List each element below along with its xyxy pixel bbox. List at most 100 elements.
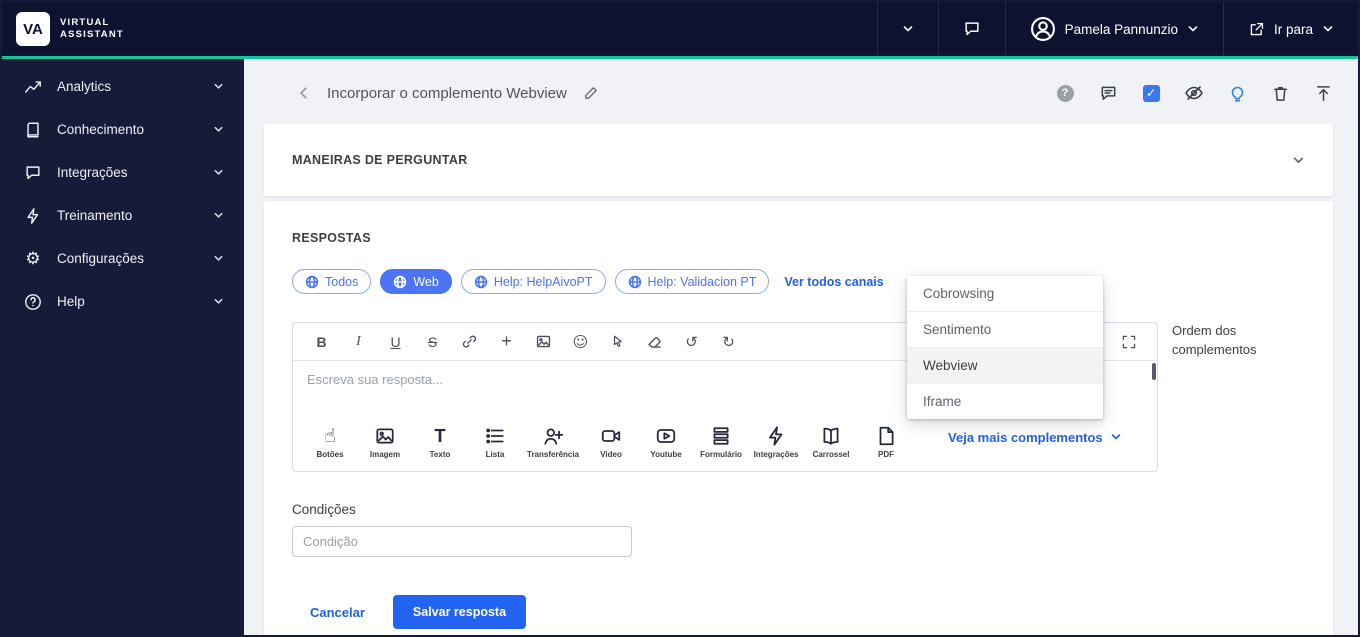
emoji-button[interactable]: ☺ [562, 327, 599, 357]
topbar-goto-menu[interactable]: Ir para [1222, 2, 1358, 56]
complement-youtube[interactable]: Youtube [643, 425, 689, 459]
complement-formulario[interactable]: Formulário [698, 425, 744, 459]
sidebar-item-conhecimento[interactable]: Conhecimento [2, 108, 244, 151]
chevron-down-icon [1111, 434, 1120, 440]
topbar-dropdown-toggle[interactable] [876, 2, 938, 56]
edit-pencil-icon[interactable] [583, 85, 599, 101]
bold-button[interactable]: B [303, 327, 340, 357]
complements-dropdown: Cobrowsing Sentimento Webview Iframe [907, 276, 1103, 419]
sidebar-item-help[interactable]: Help [2, 280, 244, 323]
page-title: Incorporar o complemento Webview [327, 84, 567, 102]
image-icon [376, 428, 394, 444]
complement-transferencia[interactable]: Transferência [527, 425, 579, 459]
underline-button[interactable]: U [377, 327, 414, 357]
complement-label: Carrossel [812, 450, 850, 459]
editor-scrollbar-thumb[interactable] [1152, 363, 1156, 380]
lightning-icon [769, 426, 783, 446]
complement-label: PDF [878, 450, 895, 459]
chip-label: Help: HelpAivoPT [493, 274, 593, 289]
video-camera-icon [601, 430, 621, 442]
topbar: VA VIRTUAL ASSISTANT Pamela Pannunzio Ir… [2, 2, 1358, 56]
feedback-chat-icon [1101, 86, 1115, 100]
help-button[interactable]: ? [1055, 83, 1075, 103]
dropdown-item-cobrowsing[interactable]: Cobrowsing [907, 276, 1103, 312]
sidebar-item-label: Help [57, 294, 85, 309]
user-name: Pamela Pannunzio [1064, 21, 1178, 37]
sidebar-item-treinamento[interactable]: Treinamento [2, 194, 244, 237]
dropdown-item-sentimento[interactable]: Sentimento [907, 312, 1103, 348]
trash-icon [1273, 86, 1287, 101]
insert-image-button[interactable] [525, 327, 562, 357]
dropdown-item-webview[interactable]: Webview [907, 348, 1103, 384]
fullscreen-button[interactable] [1110, 327, 1147, 357]
complement-integracoes[interactable]: Integrações [753, 425, 799, 459]
sidebar-item-label: Configurações [57, 251, 145, 266]
redo-button[interactable]: ↻ [710, 327, 747, 357]
eye-off-icon [1185, 86, 1203, 100]
topbar-user-menu[interactable]: Pamela Pannunzio [1004, 2, 1223, 56]
suggestion-button[interactable] [1227, 83, 1247, 103]
gear-icon: ⚙ [25, 248, 41, 269]
complement-order-label: Ordem dos complementos [1172, 323, 1257, 357]
complement-label: Formulário [700, 450, 742, 459]
redo-icon: ↻ [722, 332, 735, 351]
complement-imagem[interactable]: Imagem [362, 425, 408, 459]
publish-button[interactable] [1313, 83, 1333, 103]
cancel-button[interactable]: Cancelar [310, 605, 365, 620]
complement-carrossel[interactable]: Carrossel [808, 425, 854, 459]
chevron-down-icon [214, 255, 223, 261]
globe-icon [394, 275, 407, 288]
chevron-down-icon [214, 298, 223, 304]
save-response-button[interactable]: Salvar resposta [392, 595, 527, 629]
chat-icon [965, 22, 979, 36]
complement-lista[interactable]: Lista [472, 425, 518, 459]
delete-button[interactable] [1270, 83, 1290, 103]
complement-botoes[interactable]: ☝ Botões [307, 425, 353, 459]
lightning-icon [27, 207, 39, 224]
back-button[interactable] [297, 86, 311, 100]
sidebar-item-label: Treinamento [57, 208, 133, 223]
complement-texto[interactable]: T Texto [417, 425, 463, 459]
main-content: Incorporar o complemento Webview ? ✓ MAN… [244, 59, 1358, 635]
more-complements-link[interactable]: Veja mais complementos [948, 430, 1122, 455]
approved-checkbox[interactable]: ✓ [1141, 83, 1161, 103]
condition-input[interactable] [292, 526, 632, 557]
section-maneiras: MANEIRAS DE PERGUNTAR [264, 124, 1333, 196]
topbar-chat-button[interactable] [937, 2, 1005, 56]
respostas-title: RESPOSTAS [292, 231, 371, 245]
sidebar-item-analytics[interactable]: Analytics [2, 65, 244, 108]
sidebar: Analytics Conhecimento Integrações Trein… [2, 59, 244, 635]
feedback-button[interactable] [1098, 83, 1118, 103]
channel-chip-todos[interactable]: Todos [292, 269, 372, 294]
collapse-chevron-icon[interactable] [1292, 154, 1305, 167]
cursor-button[interactable] [599, 327, 636, 357]
clear-format-button[interactable] [636, 327, 673, 357]
sidebar-item-configuracoes[interactable]: ⚙ Configurações [2, 237, 244, 280]
italic-button[interactable]: I [340, 327, 377, 357]
complement-video[interactable]: Video [588, 425, 634, 459]
globe-icon [474, 275, 488, 288]
dropdown-item-iframe[interactable]: Iframe [907, 384, 1103, 419]
complement-pdf[interactable]: PDF [863, 425, 909, 459]
see-all-channels-link[interactable]: Ver todos canais [784, 275, 883, 289]
image-icon [536, 335, 551, 348]
add-button[interactable]: + [488, 327, 525, 357]
channel-chip-help-helpaivopt[interactable]: Help: HelpAivoPT [460, 269, 606, 294]
complement-label: Integrações [753, 450, 799, 459]
link-button[interactable] [451, 327, 488, 357]
strikethrough-button[interactable]: S [414, 327, 451, 357]
sidebar-item-integracoes[interactable]: Integrações [2, 151, 244, 194]
hide-button[interactable] [1184, 83, 1204, 103]
brand-name: VIRTUAL ASSISTANT [60, 17, 124, 42]
hand-pointer-icon: ☝ [324, 425, 336, 447]
emoji-icon: ☺ [572, 332, 589, 351]
complement-label: Youtube [650, 450, 682, 459]
channel-chip-web[interactable]: Web [380, 269, 452, 294]
complement-label: Lista [485, 450, 505, 459]
form-footer: Cancelar Salvar resposta [292, 595, 1305, 629]
channel-chip-help-validacion-pt[interactable]: Help: Validacion PT [614, 269, 770, 294]
sidebar-item-label: Conhecimento [57, 122, 145, 137]
more-complements-label: Veja mais complementos [948, 429, 1103, 445]
undo-button[interactable]: ↺ [673, 327, 710, 357]
brand: VA VIRTUAL ASSISTANT [2, 2, 877, 56]
